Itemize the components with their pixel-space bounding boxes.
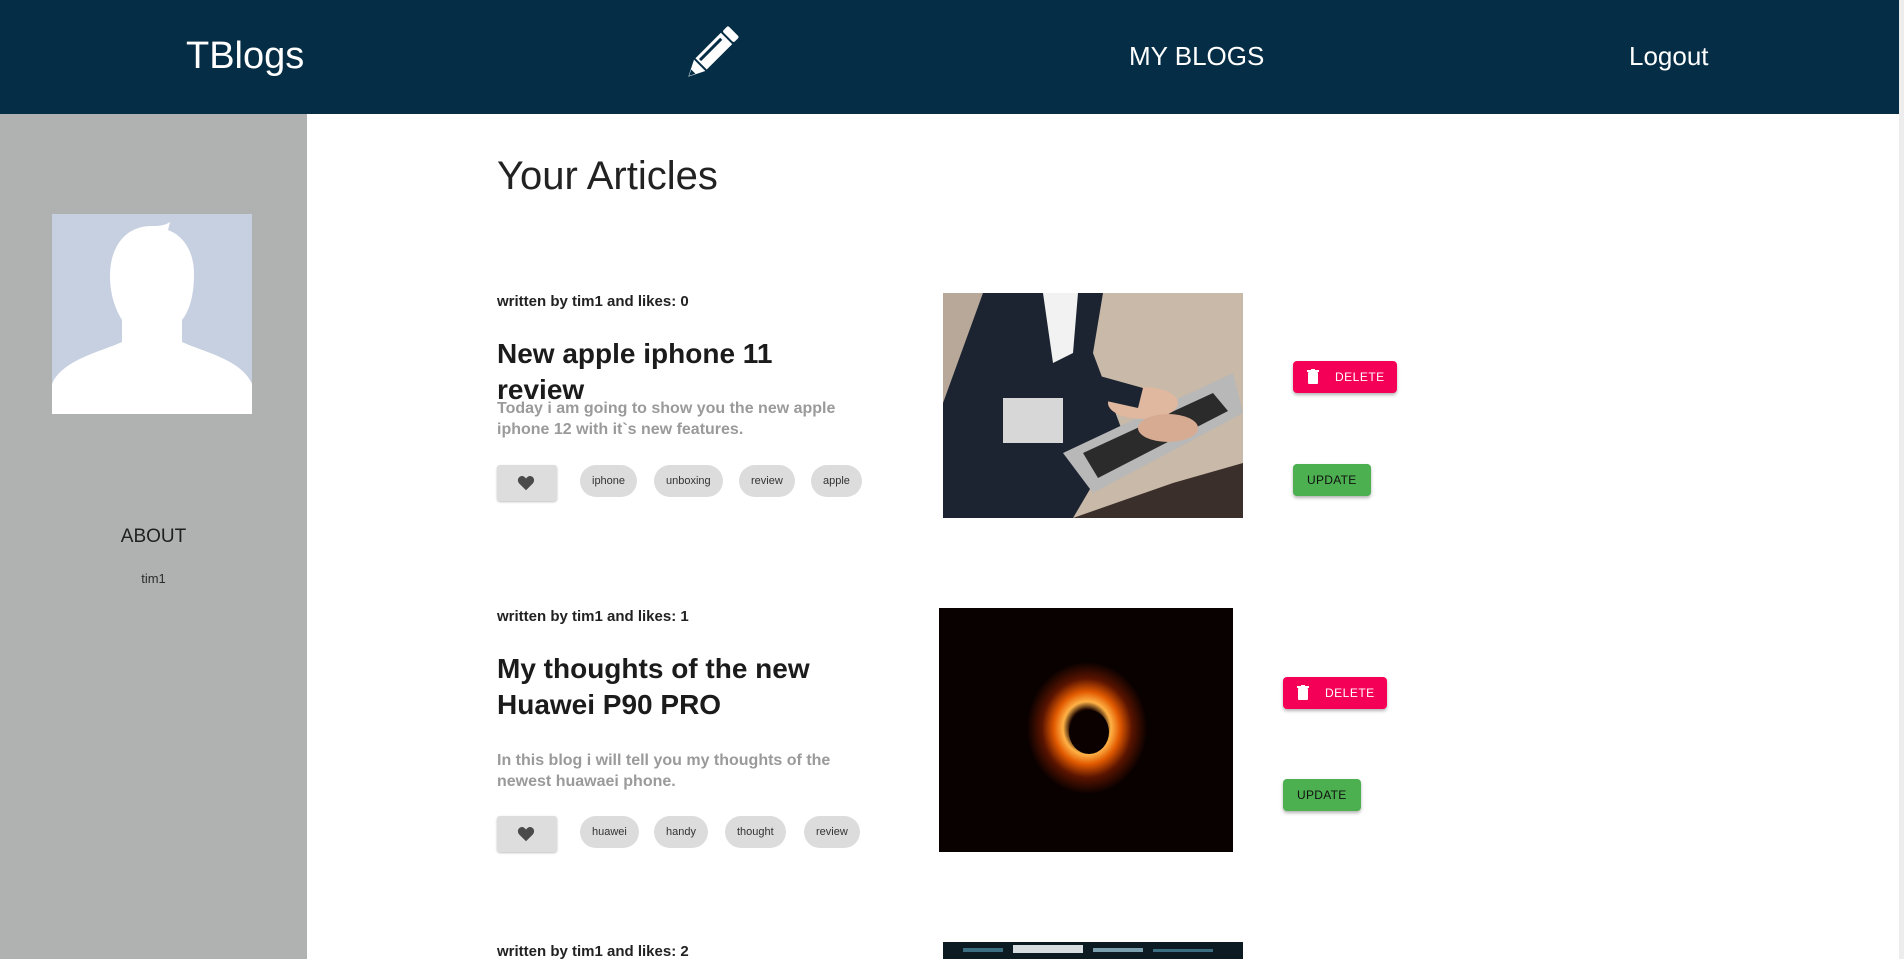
like-button[interactable] <box>497 816 557 852</box>
brand-logo[interactable]: TBlogs <box>186 30 304 82</box>
tag-chip[interactable]: review <box>739 465 795 497</box>
tag-chip[interactable]: thought <box>725 816 786 848</box>
article-title[interactable]: My thoughts of the new Huawei P90 PRO <box>497 651 817 723</box>
article-meta: written by tim1 and likes: 1 <box>497 608 689 625</box>
article-meta: written by tim1 and likes: 0 <box>497 293 689 310</box>
article-image[interactable] <box>943 942 1243 959</box>
article-excerpt: Today i am going to show you the new app… <box>497 400 836 438</box>
tag-chip[interactable]: review <box>804 816 860 848</box>
article-image[interactable] <box>939 608 1233 852</box>
like-button[interactable] <box>497 465 557 501</box>
update-button[interactable]: UPDATE <box>1283 779 1361 811</box>
article-meta: written by tim1 and likes: 2 <box>497 943 689 960</box>
sidebar-username: tim1 <box>141 571 166 586</box>
page-scrollbar[interactable] <box>1899 0 1904 959</box>
trash-icon <box>1307 369 1319 384</box>
avatar <box>52 214 252 414</box>
trash-icon <box>1297 685 1309 700</box>
tag-chip[interactable]: handy <box>654 816 708 848</box>
delete-button[interactable]: DELETE <box>1293 361 1397 393</box>
tag-chip[interactable]: iphone <box>580 465 638 497</box>
tag-chip[interactable]: huawei <box>580 816 639 848</box>
tag-chip[interactable]: apple <box>811 465 862 497</box>
article-image[interactable] <box>943 293 1243 518</box>
about-heading: ABOUT <box>120 526 187 547</box>
tag-chip[interactable]: unboxing <box>654 465 723 497</box>
update-button[interactable]: UPDATE <box>1293 464 1371 496</box>
nav-my-blogs[interactable]: MY BLOGS <box>1129 38 1264 74</box>
article-excerpt: In this blog i will tell you my thoughts… <box>497 752 831 790</box>
heart-icon <box>517 476 535 491</box>
delete-button[interactable]: DELETE <box>1283 677 1387 709</box>
delete-label: DELETE <box>1335 370 1385 384</box>
code-screen-photo <box>943 942 1243 959</box>
sidebar: ABOUT tim1 <box>0 114 307 959</box>
black-hole-photo <box>939 608 1233 852</box>
laptop-photo <box>943 293 1243 518</box>
nav-logout[interactable]: Logout <box>1629 38 1709 74</box>
pencil-icon[interactable] <box>681 24 741 84</box>
delete-label: DELETE <box>1325 686 1375 700</box>
user-silhouette-icon <box>52 222 252 414</box>
top-navbar: TBlogs MY BLOGS Logout <box>0 0 1899 114</box>
page-title: Your Articles <box>497 154 718 198</box>
heart-icon <box>517 827 535 842</box>
